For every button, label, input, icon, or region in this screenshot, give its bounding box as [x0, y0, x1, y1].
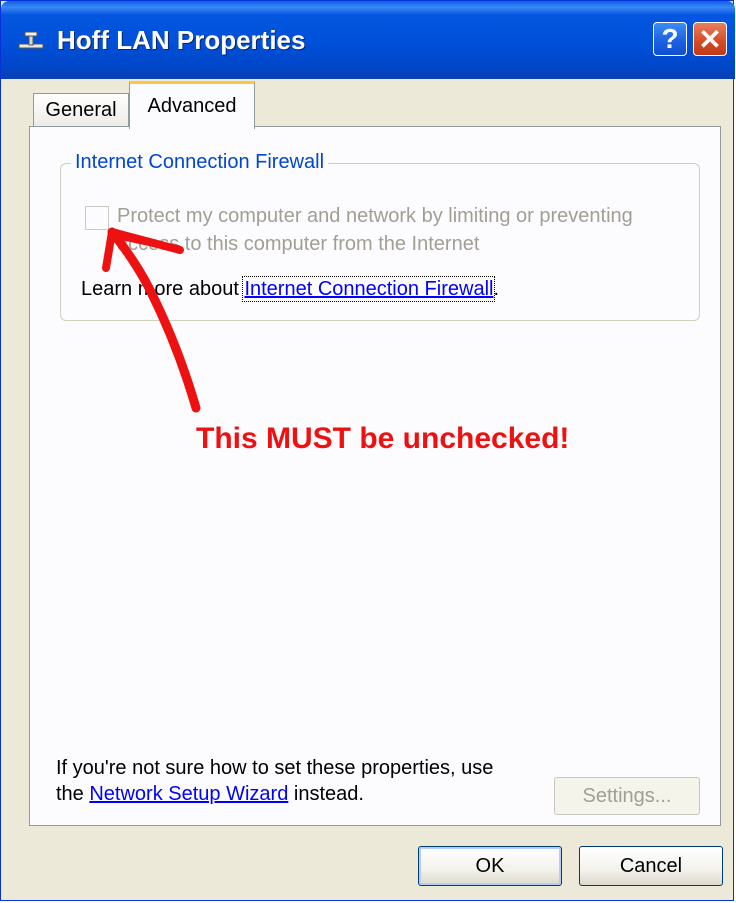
help-button[interactable]: ? — [653, 22, 687, 56]
firewall-checkbox[interactable] — [85, 206, 109, 230]
wizard-hint: If you're not sure how to set these prop… — [56, 755, 526, 807]
network-setup-wizard-link[interactable]: Network Setup Wizard — [89, 783, 288, 805]
learn-more-suffix: . — [493, 278, 500, 300]
ok-button[interactable]: OK — [418, 846, 562, 886]
network-connection-icon — [18, 31, 44, 49]
cancel-label: Cancel — [619, 854, 683, 877]
ok-label: OK — [475, 854, 505, 877]
tab-label: Advanced — [147, 95, 237, 117]
help-icon: ? — [661, 23, 679, 54]
tab-label: General — [45, 99, 117, 121]
learn-more-text: Learn more about Internet Connection Fir… — [81, 276, 500, 302]
settings-button[interactable]: Settings... — [554, 777, 700, 815]
advanced-tab-panel: Internet Connection Firewall Protect my … — [29, 126, 721, 826]
learn-more-prefix: Learn more about — [81, 278, 245, 300]
window-title: Hoff LAN Properties — [57, 25, 306, 55]
firewall-checkbox-label: Protect my computer and network by limit… — [117, 205, 633, 255]
tab-advanced[interactable]: Advanced — [129, 81, 255, 129]
close-icon: ✕ — [698, 23, 722, 55]
groupbox-legend: Internet Connection Firewall — [71, 151, 329, 174]
settings-label: Settings... — [582, 784, 672, 807]
cancel-button[interactable]: Cancel — [579, 846, 723, 886]
close-button[interactable]: ✕ — [693, 22, 727, 56]
firewall-groupbox: Internet Connection Firewall Protect my … — [60, 151, 700, 321]
wizard-suffix: instead. — [288, 783, 364, 805]
annotation-warning-text: This MUST be unchecked! — [196, 422, 570, 455]
title-bar[interactable]: Hoff LAN Properties ? ✕ — [1, 1, 735, 79]
tab-general[interactable]: General — [33, 93, 129, 127]
firewall-help-link[interactable]: Internet Connection Firewall — [242, 276, 496, 302]
